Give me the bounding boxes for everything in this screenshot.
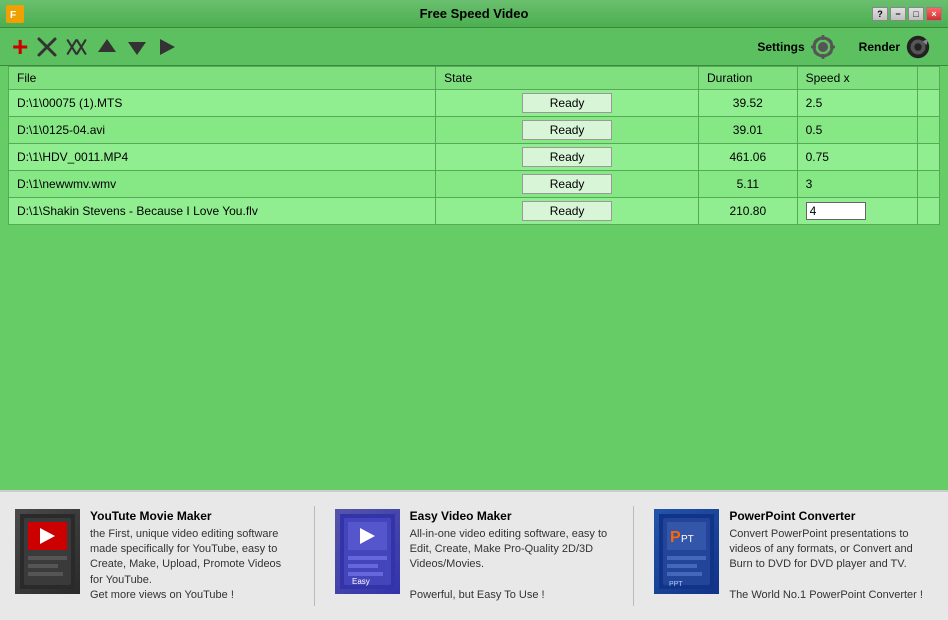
up-arrow-icon [96, 36, 118, 58]
col-header-extra [918, 67, 940, 90]
file-table: File State Duration Speed x D:\1\00075 (… [8, 66, 940, 225]
col-header-duration: Duration [699, 67, 798, 90]
start-button[interactable] [154, 34, 180, 60]
ad-content-pp: PowerPoint Converter Convert PowerPoint … [729, 509, 933, 604]
file-cell: D:\1\Shakin Stevens - Because I Love You… [9, 198, 436, 225]
file-cell: D:\1\00075 (1).MTS [9, 90, 436, 117]
table-row[interactable]: D:\1\00075 (1).MTS Ready 39.522.5 [9, 90, 940, 117]
table-row[interactable]: D:\1\0125-04.avi Ready 39.010.5 [9, 117, 940, 144]
state-cell: Ready [436, 117, 699, 144]
state-cell: Ready [436, 198, 699, 225]
move-down-button[interactable] [124, 34, 150, 60]
speed-cell[interactable] [797, 198, 917, 225]
speed-cell[interactable]: 2.5 [797, 90, 917, 117]
ad-content-yt: YouTute Movie Maker the First, unique vi… [90, 509, 294, 604]
col-header-speed: Speed x [797, 67, 917, 90]
title-bar: F Free Speed Video ? − □ × [0, 0, 948, 28]
add-file-button[interactable]: + [10, 33, 30, 61]
speed-cell[interactable]: 0.75 [797, 144, 917, 171]
window-controls[interactable]: ? − □ × [872, 7, 942, 21]
ad-thumb-ev: Easy [335, 509, 400, 594]
help-button[interactable]: ? [872, 7, 888, 21]
close-button[interactable]: × [926, 7, 942, 21]
svg-text:F: F [10, 10, 16, 21]
ad-easy-video-maker[interactable]: Easy Easy Video Maker All-in-one video e… [335, 509, 614, 604]
duration-cell: 461.06 [699, 144, 798, 171]
col-header-state: State [436, 67, 699, 90]
window-title: Free Speed Video [420, 6, 529, 21]
state-badge: Ready [522, 93, 612, 113]
table-row[interactable]: D:\1\newwmv.wmv Ready 5.113 [9, 171, 940, 198]
speed-cell[interactable]: 0.5 [797, 117, 917, 144]
down-arrow-icon [126, 36, 148, 58]
state-badge: Ready [522, 174, 612, 194]
settings-button[interactable]: Settings [751, 31, 842, 63]
duration-cell: 5.11 [699, 171, 798, 198]
ad-area: YouTute Movie Maker the First, unique vi… [0, 490, 948, 620]
ad-divider-2 [633, 506, 634, 606]
render-icon [904, 33, 932, 61]
extra-cell [918, 144, 940, 171]
ad-thumb-pp: P PT PPT [654, 509, 719, 594]
ad-desc-yt: the First, unique video editing software… [90, 527, 294, 604]
main-area: File State Duration Speed x D:\1\00075 (… [0, 66, 948, 490]
state-cell: Ready [436, 144, 699, 171]
table-row[interactable]: D:\1\HDV_0011.MP4 Ready 461.060.75 [9, 144, 940, 171]
ad-powerpoint-converter[interactable]: P PT PPT PowerPoint Converter Convert Po… [654, 509, 933, 604]
extra-cell [918, 198, 940, 225]
app-logo: F [6, 5, 24, 23]
duration-cell: 39.01 [699, 117, 798, 144]
speed-input[interactable] [806, 202, 866, 220]
xx-icon [66, 36, 88, 58]
x-icon [36, 36, 58, 58]
duration-cell: 39.52 [699, 90, 798, 117]
remove-all-button[interactable] [64, 34, 90, 60]
svg-text:Easy: Easy [352, 577, 370, 586]
gear-icon [809, 33, 837, 61]
toolbar: + [0, 28, 948, 66]
svg-text:PT: PT [681, 534, 694, 545]
remove-file-button[interactable] [34, 34, 60, 60]
minimize-button[interactable]: − [890, 7, 906, 21]
state-badge: Ready [522, 147, 612, 167]
toolbar-left: + [10, 33, 180, 61]
ad-youtube-movie-maker[interactable]: YouTute Movie Maker the First, unique vi… [15, 509, 294, 604]
ad-title-yt: YouTute Movie Maker [90, 509, 294, 523]
col-header-file: File [9, 67, 436, 90]
ad-desc-ev: All-in-one video editing software, easy … [410, 527, 614, 604]
svg-text:PPT: PPT [669, 581, 683, 588]
maximize-button[interactable]: □ [908, 7, 924, 21]
ad-desc-pp: Convert PowerPoint presentations to vide… [729, 527, 933, 604]
duration-cell: 210.80 [699, 198, 798, 225]
move-up-button[interactable] [94, 34, 120, 60]
state-badge: Ready [522, 201, 612, 221]
file-cell: D:\1\0125-04.avi [9, 117, 436, 144]
extra-cell [918, 90, 940, 117]
ad-divider-1 [314, 506, 315, 606]
state-cell: Ready [436, 90, 699, 117]
svg-text:P: P [670, 529, 681, 546]
speed-cell[interactable]: 3 [797, 171, 917, 198]
ad-thumb-yt [15, 509, 80, 594]
render-button[interactable]: Render [853, 31, 938, 63]
state-cell: Ready [436, 171, 699, 198]
ad-title-ev: Easy Video Maker [410, 509, 614, 523]
state-badge: Ready [522, 120, 612, 140]
table-row[interactable]: D:\1\Shakin Stevens - Because I Love You… [9, 198, 940, 225]
ad-title-pp: PowerPoint Converter [729, 509, 933, 523]
render-label: Render [859, 40, 900, 54]
file-cell: D:\1\newwmv.wmv [9, 171, 436, 198]
settings-label: Settings [757, 40, 804, 54]
extra-cell [918, 171, 940, 198]
play-icon [156, 36, 178, 58]
file-cell: D:\1\HDV_0011.MP4 [9, 144, 436, 171]
extra-cell [918, 117, 940, 144]
ad-content-ev: Easy Video Maker All-in-one video editin… [410, 509, 614, 604]
